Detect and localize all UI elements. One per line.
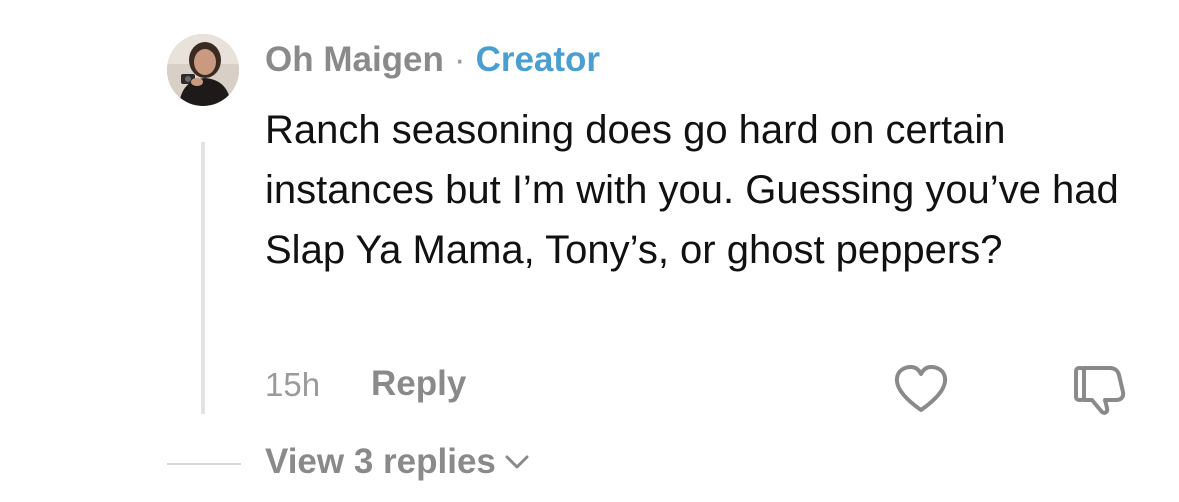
comment-meta: Oh Maigen · Creator xyxy=(265,38,600,82)
heart-icon[interactable] xyxy=(893,364,949,414)
thread-line xyxy=(201,142,205,414)
avatar[interactable] xyxy=(167,34,239,106)
replies-divider xyxy=(167,463,241,465)
thumbs-down-icon[interactable] xyxy=(1070,362,1130,416)
reply-button[interactable]: Reply xyxy=(371,364,466,404)
chevron-down-icon xyxy=(505,455,529,469)
creator-badge: Creator xyxy=(475,40,601,79)
comment-text: Ranch seasoning does go hard on certain … xyxy=(265,108,1119,272)
author-name[interactable]: Oh Maigen xyxy=(265,40,444,80)
view-replies-button[interactable]: View 3 replies xyxy=(265,442,530,482)
meta-separator: · xyxy=(453,40,466,79)
view-replies-label: View 3 replies xyxy=(265,442,496,481)
comment-timestamp: 15h xyxy=(265,366,321,403)
